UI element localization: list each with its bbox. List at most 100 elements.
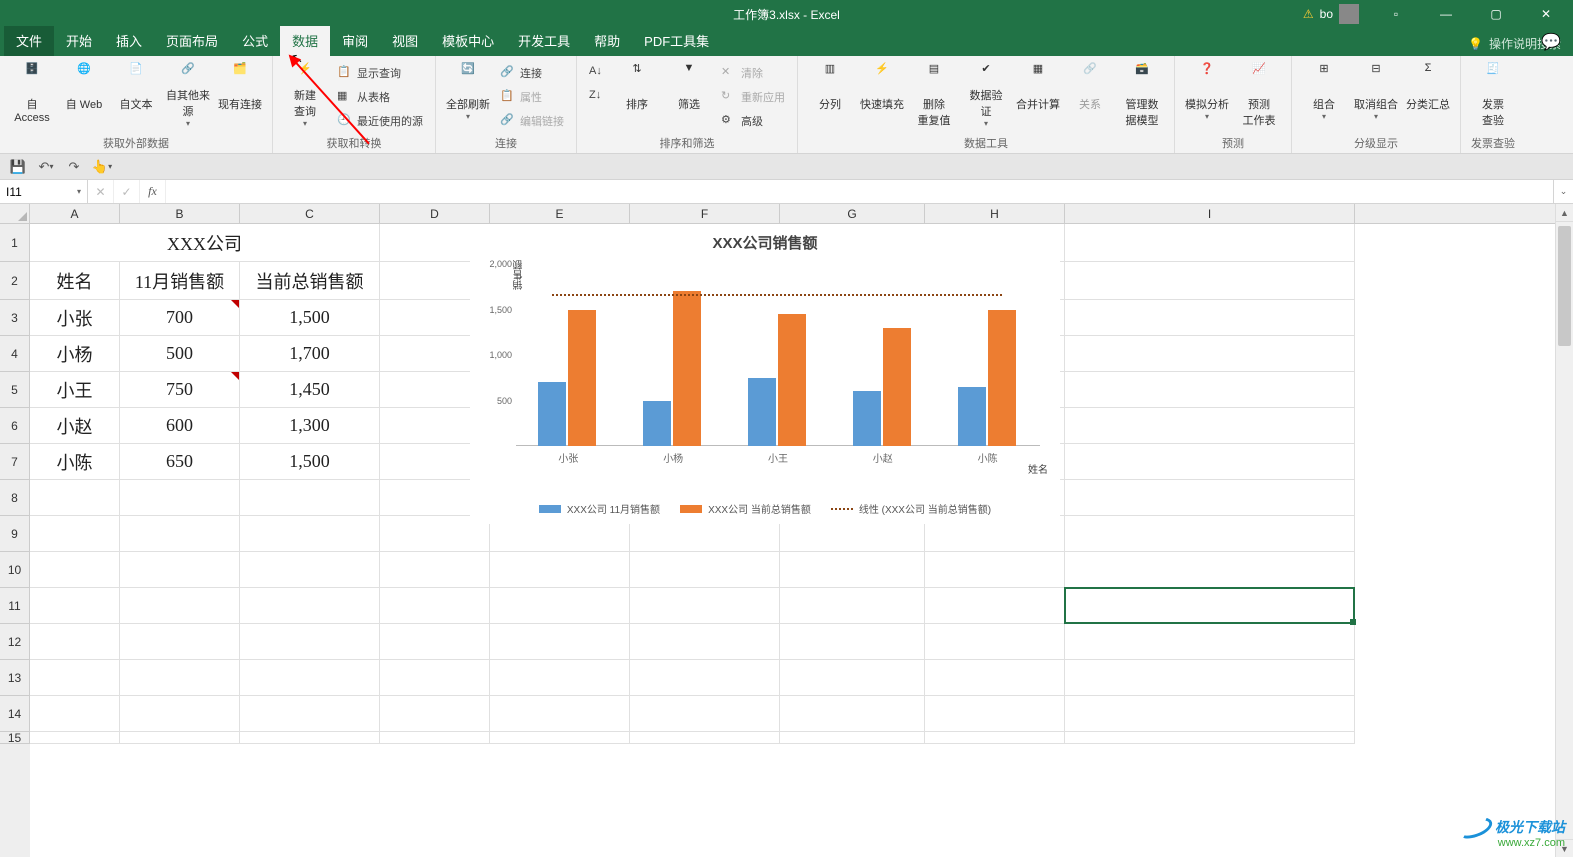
- cell-D10[interactable]: [380, 552, 490, 588]
- cell-I3[interactable]: [1065, 300, 1355, 336]
- cell-G14[interactable]: [780, 696, 925, 732]
- row-header-14[interactable]: 14: [0, 696, 30, 732]
- cell-C14[interactable]: [240, 696, 380, 732]
- cell-B13[interactable]: [120, 660, 240, 696]
- advanced-filter-button[interactable]: ⚙高级: [717, 110, 789, 132]
- redo-button[interactable]: ↷: [62, 156, 86, 178]
- cell-A1[interactable]: XXX公司: [30, 224, 380, 262]
- cell-A12[interactable]: [30, 624, 120, 660]
- worksheet-area[interactable]: ABCDEFGHI 123456789101112131415 XXX公司姓名 1…: [0, 204, 1573, 857]
- row-header-5[interactable]: 5: [0, 372, 30, 408]
- invoice-verify-button[interactable]: 🧾发票 查验: [1469, 60, 1517, 128]
- cell-F11[interactable]: [630, 588, 780, 624]
- comments-icon[interactable]: 💬: [1533, 28, 1569, 56]
- cell-B11[interactable]: [120, 588, 240, 624]
- row-header-15[interactable]: 15: [0, 732, 30, 744]
- cell-C12[interactable]: [240, 624, 380, 660]
- row-header-11[interactable]: 11: [0, 588, 30, 624]
- cell-A11[interactable]: [30, 588, 120, 624]
- cell-I8[interactable]: [1065, 480, 1355, 516]
- cell-I12[interactable]: [1065, 624, 1355, 660]
- cell-H11[interactable]: [925, 588, 1065, 624]
- cell-C2[interactable]: 当前总销售额: [240, 262, 380, 300]
- cell-I11[interactable]: [1065, 588, 1355, 624]
- cell-A10[interactable]: [30, 552, 120, 588]
- cell-F13[interactable]: [630, 660, 780, 696]
- consolidate-button[interactable]: ▦合并计算: [1014, 60, 1062, 128]
- group-button[interactable]: ⊞组合▾: [1300, 60, 1348, 128]
- cell-B6[interactable]: 600: [120, 408, 240, 444]
- cell-C4[interactable]: 1,700: [240, 336, 380, 372]
- col-header-C[interactable]: C: [240, 204, 380, 223]
- tab-PDF工具集[interactable]: PDF工具集: [632, 26, 721, 56]
- cell-B14[interactable]: [120, 696, 240, 732]
- cell-A13[interactable]: [30, 660, 120, 696]
- ribbon-display-options[interactable]: ▫: [1373, 0, 1419, 28]
- cell-B7[interactable]: 650: [120, 444, 240, 480]
- col-header-D[interactable]: D: [380, 204, 490, 223]
- sort-button[interactable]: ⇅排序: [613, 60, 661, 128]
- close-button[interactable]: ✕: [1523, 0, 1569, 28]
- tab-模板中心[interactable]: 模板中心: [430, 26, 506, 56]
- cell-C11[interactable]: [240, 588, 380, 624]
- cell-E13[interactable]: [490, 660, 630, 696]
- cell-I4[interactable]: [1065, 336, 1355, 372]
- cell-A2[interactable]: 姓名: [30, 262, 120, 300]
- row-header-7[interactable]: 7: [0, 444, 30, 480]
- name-box-input[interactable]: [6, 185, 56, 199]
- cell-D15[interactable]: [380, 732, 490, 744]
- row-header-13[interactable]: 13: [0, 660, 30, 696]
- select-all-corner[interactable]: [0, 204, 30, 224]
- from-web-button[interactable]: 🌐自 Web: [60, 60, 108, 128]
- row-header-9[interactable]: 9: [0, 516, 30, 552]
- col-header-H[interactable]: H: [925, 204, 1065, 223]
- cell-E11[interactable]: [490, 588, 630, 624]
- data-model-button[interactable]: 🗃️管理数 据模型: [1118, 60, 1166, 128]
- data-validation-button[interactable]: ✔数据验 证▾: [962, 60, 1010, 128]
- cell-F14[interactable]: [630, 696, 780, 732]
- tab-数据[interactable]: 数据: [280, 26, 330, 56]
- cell-G13[interactable]: [780, 660, 925, 696]
- existing-connections-button[interactable]: 🗂️现有连接: [216, 60, 264, 128]
- show-queries-button[interactable]: 📋显示查询: [333, 62, 427, 84]
- tab-公式[interactable]: 公式: [230, 26, 280, 56]
- cell-I13[interactable]: [1065, 660, 1355, 696]
- cell-A3[interactable]: 小张: [30, 300, 120, 336]
- cell-I1[interactable]: [1065, 224, 1355, 262]
- cell-I10[interactable]: [1065, 552, 1355, 588]
- column-headers[interactable]: ABCDEFGHI: [30, 204, 1555, 224]
- cell-H13[interactable]: [925, 660, 1065, 696]
- tab-页面布局[interactable]: 页面布局: [154, 26, 230, 56]
- cell-A4[interactable]: 小杨: [30, 336, 120, 372]
- cell-B3[interactable]: 700: [120, 300, 240, 336]
- cell-C3[interactable]: 1,500: [240, 300, 380, 336]
- cell-H12[interactable]: [925, 624, 1065, 660]
- new-query-button[interactable]: ⚡新建 查询▾: [281, 60, 329, 128]
- cell-G10[interactable]: [780, 552, 925, 588]
- row-header-12[interactable]: 12: [0, 624, 30, 660]
- cell-I15[interactable]: [1065, 732, 1355, 744]
- cell-H10[interactable]: [925, 552, 1065, 588]
- tab-帮助[interactable]: 帮助: [582, 26, 632, 56]
- cell-B10[interactable]: [120, 552, 240, 588]
- from-text-button[interactable]: 📄自文本: [112, 60, 160, 128]
- cell-D11[interactable]: [380, 588, 490, 624]
- cell-F15[interactable]: [630, 732, 780, 744]
- sort-asc-button[interactable]: A↓: [585, 62, 609, 84]
- tab-审阅[interactable]: 审阅: [330, 26, 380, 56]
- cell-E15[interactable]: [490, 732, 630, 744]
- cell-E10[interactable]: [490, 552, 630, 588]
- row-header-8[interactable]: 8: [0, 480, 30, 516]
- from-other-button[interactable]: 🔗自其他来源▾: [164, 60, 212, 128]
- row-headers[interactable]: 123456789101112131415: [0, 224, 30, 857]
- cell-A5[interactable]: 小王: [30, 372, 120, 408]
- formula-input[interactable]: [166, 180, 1553, 203]
- scroll-up-button[interactable]: ▲: [1556, 204, 1573, 222]
- account-area[interactable]: ⚠ bo: [1293, 4, 1369, 24]
- cell-C6[interactable]: 1,300: [240, 408, 380, 444]
- cell-D12[interactable]: [380, 624, 490, 660]
- cell-G12[interactable]: [780, 624, 925, 660]
- tab-文件[interactable]: 文件: [4, 26, 54, 56]
- name-box[interactable]: ▾: [0, 180, 88, 203]
- cell-C15[interactable]: [240, 732, 380, 744]
